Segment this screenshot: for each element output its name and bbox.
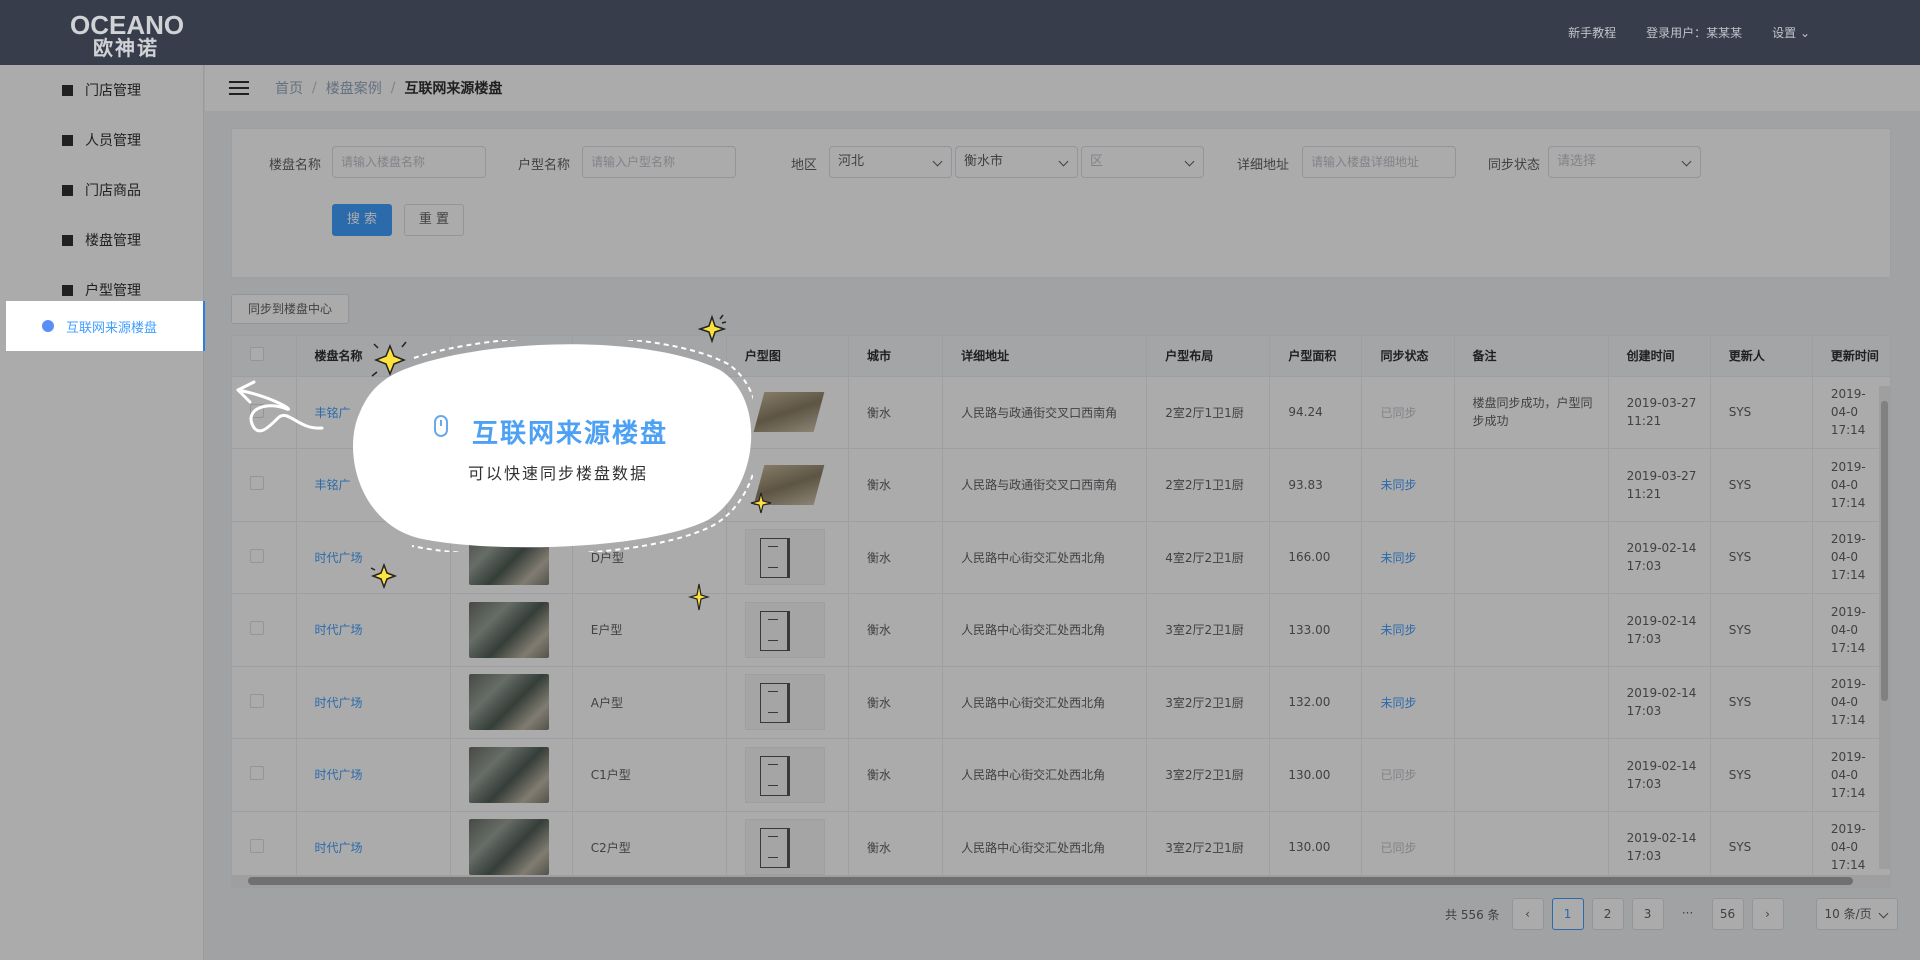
sparkle-icon <box>750 492 772 514</box>
guide-title: 互联网来源楼盘 <box>472 419 669 449</box>
sparkle-icon <box>370 562 398 590</box>
mouse-icon <box>434 415 448 437</box>
guide-dim-overlay[interactable] <box>0 65 1920 960</box>
curved-arrow-icon <box>236 380 324 433</box>
sparkle-icon <box>697 314 727 344</box>
sidebar-item-label: 互联网来源楼盘 <box>66 320 158 336</box>
sidebar-item-active[interactable]: 互联网来源楼盘 <box>6 301 205 351</box>
guide-subtitle: 可以快速同步楼盘数据 <box>468 464 649 483</box>
sparkle-icon <box>371 341 407 377</box>
globe-icon <box>42 320 54 332</box>
sparkle-icon <box>688 583 710 611</box>
header-dim-overlay <box>0 0 1920 65</box>
